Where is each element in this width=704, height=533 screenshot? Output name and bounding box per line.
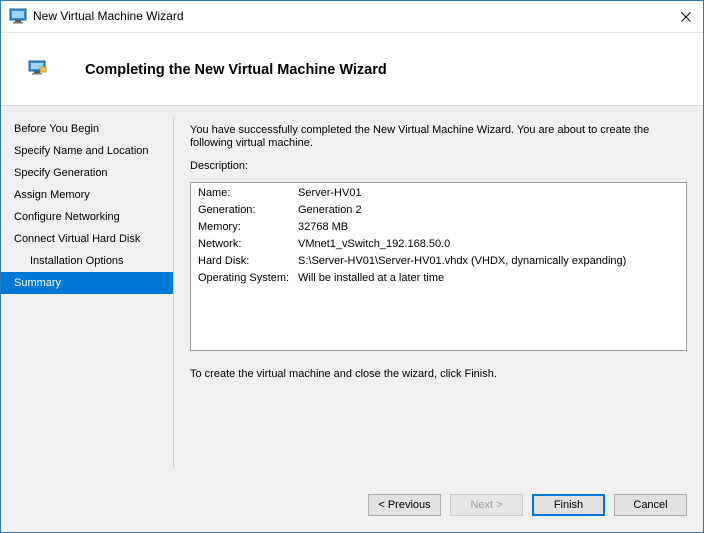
wizard-window: New Virtual Machine Wizard Completing th… [0, 0, 704, 533]
page-title: Completing the New Virtual Machine Wizar… [85, 62, 387, 78]
description-key: Operating System: [198, 272, 290, 284]
description-key: Name: [198, 187, 231, 199]
description-value: Server-HV01 [298, 187, 362, 199]
nav-item-assign-memory[interactable]: Assign Memory [1, 184, 173, 206]
description-key: Memory: [198, 221, 241, 233]
virtual-machine-icon [28, 60, 48, 76]
finish-button[interactable]: Finish [532, 494, 605, 516]
nav-item-connect-virtual-hard-disk[interactable]: Connect Virtual Hard Disk [1, 228, 173, 250]
window-title: New Virtual Machine Wizard [33, 9, 184, 23]
description-key: Hard Disk: [198, 255, 250, 267]
wizard-steps-nav: Before You Begin Specify Name and Locati… [1, 118, 174, 468]
close-button[interactable] [669, 1, 703, 32]
description-value: Generation 2 [298, 204, 362, 216]
description-key: Generation: [198, 204, 256, 216]
nav-item-specify-generation[interactable]: Specify Generation [1, 162, 173, 184]
finish-instruction-text: To create the virtual machine and close … [190, 368, 497, 380]
title-bar: New Virtual Machine Wizard [1, 1, 703, 33]
description-label: Description: [190, 160, 249, 172]
virtual-machine-icon [9, 8, 27, 24]
description-value: S:\Server-HV01\Server-HV01.vhdx (VHDX, d… [298, 255, 627, 267]
summary-content: You have successfully completed the New … [190, 124, 690, 380]
cancel-button[interactable]: Cancel [614, 494, 687, 516]
nav-item-specify-name-and-location[interactable]: Specify Name and Location [1, 140, 173, 162]
description-value: 32768 MB [298, 221, 349, 233]
description-box[interactable]: Name: Server-HV01 Generation: Generation… [190, 182, 687, 351]
previous-button[interactable]: < Previous [368, 494, 441, 516]
nav-item-before-you-begin[interactable]: Before You Begin [1, 118, 173, 140]
description-value: Will be installed at a later time [298, 272, 445, 284]
nav-item-configure-networking[interactable]: Configure Networking [1, 206, 173, 228]
description-key: Network: [198, 238, 242, 250]
next-button[interactable]: Next > [450, 494, 523, 516]
nav-item-installation-options[interactable]: Installation Options [1, 250, 173, 272]
close-icon [681, 11, 691, 22]
wizard-header: Completing the New Virtual Machine Wizar… [1, 33, 703, 106]
nav-item-summary[interactable]: Summary [1, 272, 173, 294]
description-value: VMnet1_vSwitch_192.168.50.0 [298, 238, 451, 250]
intro-text: You have successfully completed the New … [190, 124, 650, 149]
